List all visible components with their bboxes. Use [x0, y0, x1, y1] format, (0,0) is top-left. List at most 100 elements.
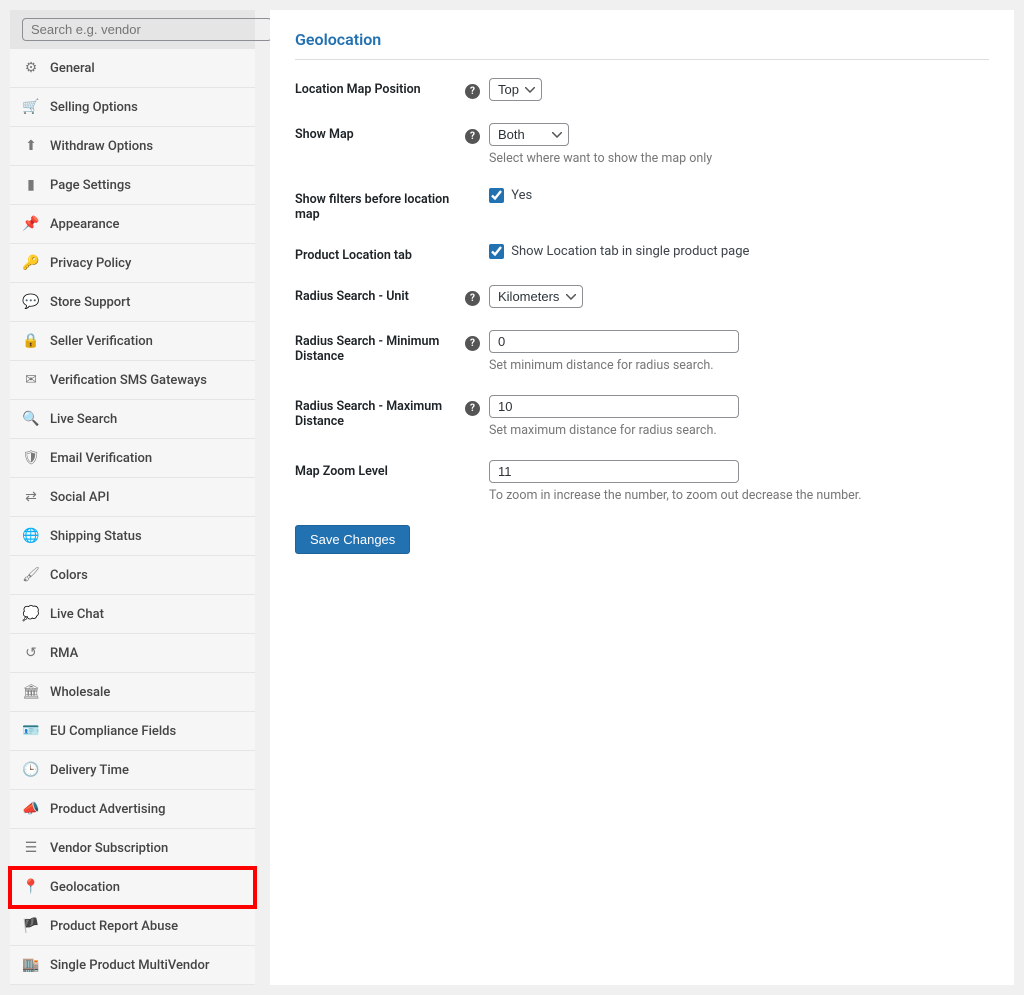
hint-zoom: To zoom in increase the number, to zoom …: [489, 488, 989, 503]
search-icon: 🔍: [22, 410, 40, 428]
checkbox-filters-before-map[interactable]: [489, 188, 504, 203]
sidebar-item-appearance[interactable]: 📌 Appearance: [10, 205, 255, 244]
label-filters-before-map: Show filters before location map: [295, 188, 465, 222]
sidebar-item-live-search[interactable]: 🔍 Live Search: [10, 400, 255, 439]
sidebar-item-label: Verification SMS Gateways: [50, 373, 207, 388]
sidebar-item-vendor-subscription[interactable]: ☰ Vendor Subscription: [10, 829, 255, 868]
sidebar-item-page-settings[interactable]: ▮ Page Settings: [10, 166, 255, 205]
sidebar-item-label: Delivery Time: [50, 763, 129, 778]
sidebar-item-colors[interactable]: 🖌 Colors: [10, 556, 255, 595]
sidebar-item-live-chat[interactable]: 💭 Live Chat: [10, 595, 255, 634]
lock-icon: 🔒: [22, 332, 40, 350]
shield-icon: 🛡: [22, 449, 40, 467]
sidebar-item-label: Appearance: [50, 217, 119, 232]
gear-icon: ⚙: [22, 59, 40, 77]
sidebar-item-label: Product Advertising: [50, 802, 165, 817]
sidebar-item-eu-compliance[interactable]: 🪪 EU Compliance Fields: [10, 712, 255, 751]
save-changes-button[interactable]: Save Changes: [295, 525, 410, 554]
help-icon[interactable]: ?: [465, 336, 480, 351]
label-radius-max: Radius Search - Maximum Distance: [295, 395, 465, 429]
cart-icon: 🛒: [22, 98, 40, 116]
sidebar-item-seller-verification[interactable]: 🔒 Seller Verification: [10, 322, 255, 361]
brush-icon: 🖌: [22, 566, 40, 584]
sidebar-search: [10, 10, 255, 49]
checkbox-product-location-tab[interactable]: [489, 244, 504, 259]
settings-sidebar: ⚙ General 🛒 Selling Options ⬆ Withdraw O…: [10, 10, 255, 985]
select-radius-unit[interactable]: Kilometers: [489, 285, 583, 308]
row-radius-min: Radius Search - Minimum Distance ? Set m…: [295, 330, 989, 373]
hint-radius-min: Set minimum distance for radius search.: [489, 358, 989, 373]
comments-icon: 💭: [22, 605, 40, 623]
pin-icon: 📌: [22, 215, 40, 233]
page-title: Geolocation: [295, 30, 989, 60]
label-product-location-tab: Product Location tab: [295, 244, 465, 263]
label-zoom: Map Zoom Level: [295, 460, 465, 479]
help-icon[interactable]: ?: [465, 401, 480, 416]
sidebar-item-shipping-status[interactable]: 🌐 Shipping Status: [10, 517, 255, 556]
sidebar-item-label: Withdraw Options: [50, 139, 153, 154]
sidebar-item-label: Page Settings: [50, 178, 131, 193]
sidebar-item-label: Geolocation: [50, 880, 120, 895]
row-location-map-position: Location Map Position ? Top: [295, 78, 989, 101]
sidebar-item-product-report-abuse[interactable]: 🏴 Product Report Abuse: [10, 907, 255, 946]
sidebar-item-label: Live Search: [50, 412, 117, 427]
row-product-location-tab: Product Location tab Show Location tab i…: [295, 244, 989, 263]
settings-main: Geolocation Location Map Position ? Top …: [270, 10, 1014, 985]
store-icon: 🏬: [22, 956, 40, 974]
sidebar-item-label: Wholesale: [50, 685, 110, 700]
row-zoom: Map Zoom Level To zoom in increase the n…: [295, 460, 989, 503]
sidebar-search-input[interactable]: [22, 18, 272, 41]
help-icon[interactable]: ?: [465, 129, 480, 144]
sidebar-item-wholesale[interactable]: 🏛 Wholesale: [10, 673, 255, 712]
clock-icon: 🕒: [22, 761, 40, 779]
select-show-map[interactable]: Both: [489, 123, 569, 146]
sidebar-item-verification-sms[interactable]: ✉ Verification SMS Gateways: [10, 361, 255, 400]
row-radius-max: Radius Search - Maximum Distance ? Set m…: [295, 395, 989, 438]
label-radius-unit: Radius Search - Unit: [295, 285, 465, 304]
sidebar-item-email-verification[interactable]: 🛡 Email Verification: [10, 439, 255, 478]
sidebar-item-label: Vendor Subscription: [50, 841, 168, 856]
sidebar-item-selling-options[interactable]: 🛒 Selling Options: [10, 88, 255, 127]
sidebar-item-label: RMA: [50, 646, 78, 661]
label-location-map-position: Location Map Position: [295, 78, 465, 97]
sidebar-item-geolocation[interactable]: 📍 Geolocation: [10, 868, 255, 907]
sidebar-item-rma[interactable]: ↺ RMA: [10, 634, 255, 673]
label-radius-min: Radius Search - Minimum Distance: [295, 330, 465, 364]
undo-icon: ↺: [22, 644, 40, 662]
hint-radius-max: Set maximum distance for radius search.: [489, 423, 989, 438]
bank-icon: 🏛: [22, 683, 40, 701]
input-radius-min[interactable]: [489, 330, 739, 353]
row-radius-unit: Radius Search - Unit ? Kilometers: [295, 285, 989, 308]
checkbox-label-product-tab: Show Location tab in single product page: [511, 244, 749, 259]
sidebar-item-store-support[interactable]: 💬 Store Support: [10, 283, 255, 322]
flag-icon: 🏴: [22, 917, 40, 935]
sidebar-item-delivery-time[interactable]: 🕒 Delivery Time: [10, 751, 255, 790]
sidebar-item-label: Live Chat: [50, 607, 104, 622]
upload-icon: ⬆: [22, 137, 40, 155]
sidebar-item-social-api[interactable]: ⇄ Social API: [10, 478, 255, 517]
sidebar-item-product-advertising[interactable]: 📣 Product Advertising: [10, 790, 255, 829]
sidebar-item-label: Single Product MultiVendor: [50, 958, 209, 973]
input-radius-max[interactable]: [489, 395, 739, 418]
help-icon[interactable]: ?: [465, 84, 480, 99]
sidebar-item-withdraw-options[interactable]: ⬆ Withdraw Options: [10, 127, 255, 166]
sidebar-item-label: Seller Verification: [50, 334, 153, 349]
input-zoom[interactable]: [489, 460, 739, 483]
select-location-map-position[interactable]: Top: [489, 78, 542, 101]
help-icon[interactable]: ?: [465, 291, 480, 306]
page-icon: ▮: [22, 176, 40, 194]
share-icon: ⇄: [22, 488, 40, 506]
envelope-icon: ✉: [22, 371, 40, 389]
sidebar-item-label: Product Report Abuse: [50, 919, 178, 934]
sidebar-item-general[interactable]: ⚙ General: [10, 49, 255, 88]
chat-icon: 💬: [22, 293, 40, 311]
sidebar-item-label: Selling Options: [50, 100, 138, 115]
sidebar-item-privacy-policy[interactable]: 🔑 Privacy Policy: [10, 244, 255, 283]
globe-icon: 🌐: [22, 527, 40, 545]
id-icon: 🪪: [22, 722, 40, 740]
sidebar-item-label: EU Compliance Fields: [50, 724, 176, 739]
sidebar-item-single-product-multivendor[interactable]: 🏬 Single Product MultiVendor: [10, 946, 255, 985]
label-show-map: Show Map: [295, 123, 465, 142]
list-icon: ☰: [22, 839, 40, 857]
sidebar-item-label: Shipping Status: [50, 529, 142, 544]
